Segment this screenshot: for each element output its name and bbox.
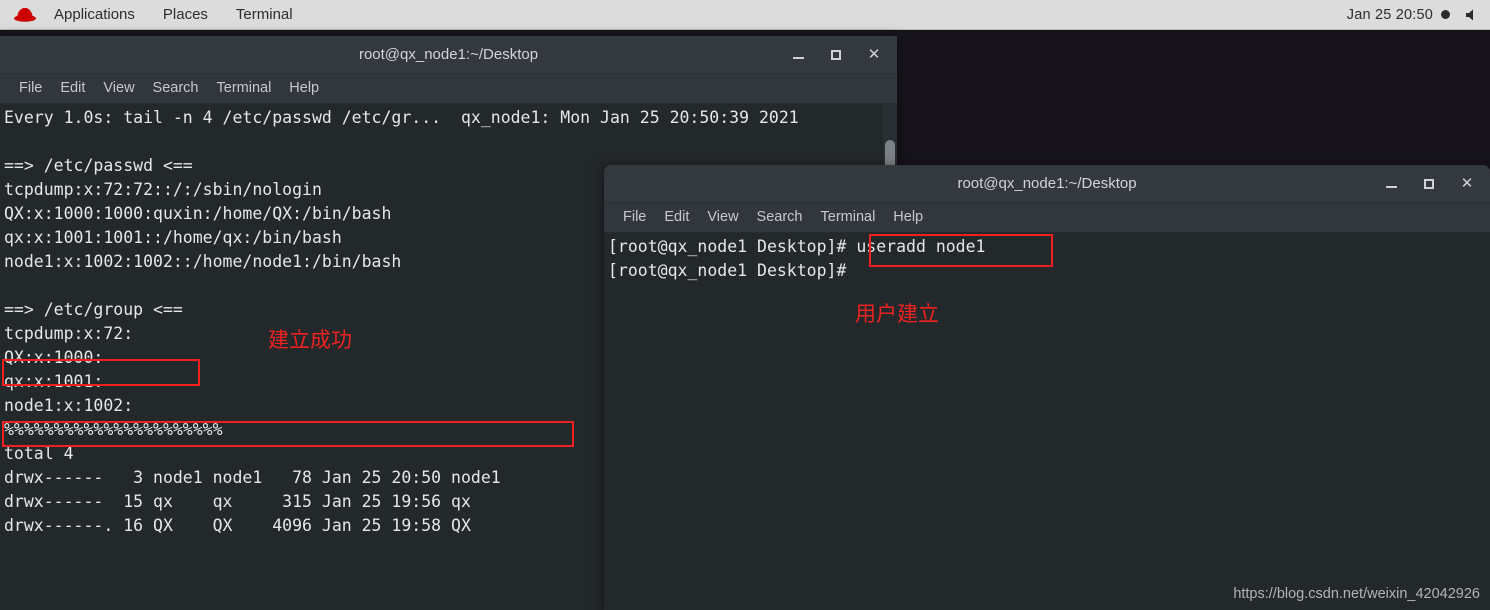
window1-maximize-button[interactable] — [827, 46, 845, 64]
top-bar-terminal-label: Terminal — [235, 6, 293, 23]
window1-menu-file[interactable]: File — [10, 81, 51, 96]
window1-controls: ✕ — [789, 46, 897, 64]
window2-menu-view[interactable]: View — [698, 210, 747, 225]
terminal-window-useradd[interactable]: root@qx_node1:~/Desktop ✕ File Edit View… — [604, 165, 1490, 610]
window2-menu-edit[interactable]: Edit — [655, 210, 698, 225]
watermark-url: https://blog.csdn.net/weixin_42042926 — [1233, 586, 1480, 602]
top-bar-item-places[interactable]: Places — [149, 0, 222, 29]
window1-menubar: File Edit View Search Terminal Help — [0, 74, 897, 104]
top-bar-item-applications[interactable]: Applications — [40, 0, 149, 29]
window2-menu-terminal[interactable]: Terminal — [812, 210, 885, 225]
window2-terminal-body[interactable]: [root@qx_node1 Desktop]# useradd node1 [… — [604, 233, 1490, 610]
window1-title: root@qx_node1:~/Desktop — [358, 46, 539, 63]
window2-menu-search[interactable]: Search — [748, 210, 812, 225]
window1-close-icon: ✕ — [867, 46, 881, 63]
window2-maximize-button[interactable] — [1420, 175, 1438, 193]
window1-menu-edit[interactable]: Edit — [51, 81, 94, 96]
gnome-top-bar: Applications Places Terminal Jan 25 20:5… — [0, 0, 1490, 30]
top-bar-applications-label: Applications — [54, 6, 135, 23]
window2-close-button[interactable]: ✕ — [1458, 175, 1476, 193]
window1-menu-help[interactable]: Help — [280, 81, 328, 96]
window2-title: root@qx_node1:~/Desktop — [957, 175, 1137, 192]
window2-controls: ✕ — [1382, 175, 1490, 193]
window2-terminal-output: [root@qx_node1 Desktop]# useradd node1 [… — [608, 237, 986, 280]
window2-close-icon: ✕ — [1460, 175, 1474, 192]
annotation-label-created-successfully: 建立成功 — [268, 328, 352, 352]
window2-menubar: File Edit View Search Terminal Help — [604, 203, 1490, 233]
top-bar-item-terminal[interactable]: Terminal — [222, 0, 307, 29]
window2-menu-file[interactable]: File — [614, 210, 655, 225]
window2-minimize-button[interactable] — [1382, 175, 1400, 193]
window1-menu-search[interactable]: Search — [144, 81, 208, 96]
volume-icon[interactable] — [1464, 7, 1480, 23]
redhat-logo-icon[interactable] — [12, 5, 38, 25]
desktop-screen: Applications Places Terminal Jan 25 20:5… — [0, 0, 1490, 610]
window1-menu-terminal[interactable]: Terminal — [208, 81, 281, 96]
window2-titlebar[interactable]: root@qx_node1:~/Desktop ✕ — [604, 165, 1490, 203]
annotation-label-user-creation: 用户建立 — [855, 302, 939, 326]
window1-titlebar[interactable]: root@qx_node1:~/Desktop ✕ — [0, 36, 897, 74]
window1-menu-view[interactable]: View — [94, 81, 143, 96]
top-bar-places-label: Places — [162, 6, 208, 23]
window1-minimize-button[interactable] — [789, 46, 807, 64]
recording-indicator-icon — [1441, 10, 1450, 19]
top-bar-left-group: Applications Places Terminal — [0, 0, 307, 29]
top-bar-right-group: Jan 25 20:50 — [1347, 0, 1490, 29]
top-bar-clock[interactable]: Jan 25 20:50 — [1347, 7, 1433, 23]
window2-menu-help[interactable]: Help — [884, 210, 932, 225]
window1-close-button[interactable]: ✕ — [865, 46, 883, 64]
